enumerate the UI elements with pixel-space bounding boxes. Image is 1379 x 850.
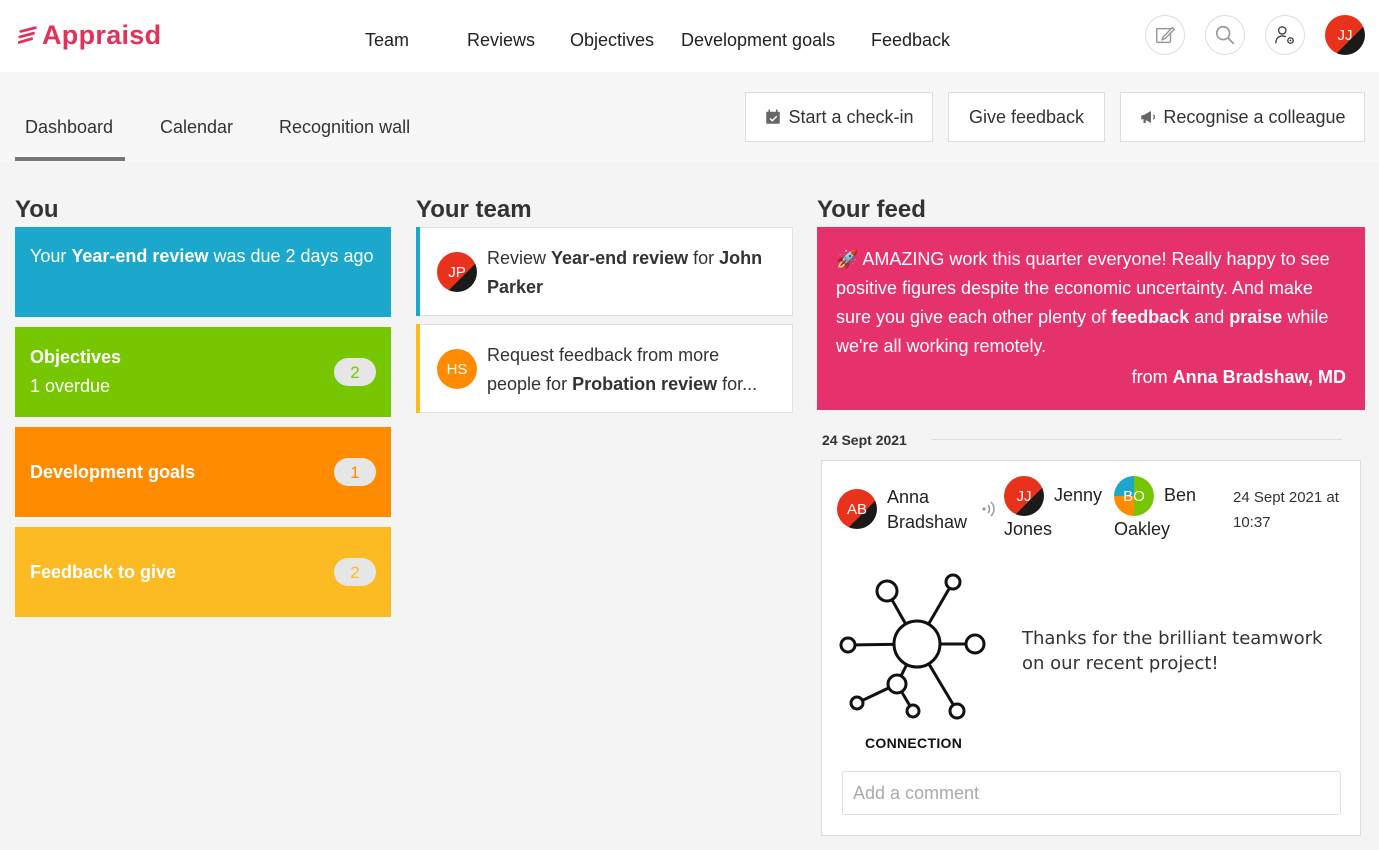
task-text-pre: Review [487,248,552,268]
recipient-first-name[interactable]: Jenny [1054,483,1102,508]
objectives-subtitle: 1 overdue [30,376,111,396]
feedback-to-give-title: Feedback to give [30,562,177,582]
sender-name[interactable]: Anna Bradshaw [887,485,967,535]
top-bar: Appraisd Team Reviews Objectives Develop… [0,0,1379,72]
post-timestamp: 24 Sept 2021 at 10:37 [1233,485,1339,535]
avatar: HS [437,349,477,389]
date-divider [932,439,1342,440]
sub-nav: Dashboard Calendar Recognition wall Star… [0,72,1379,162]
announcement-bold2: praise [1229,307,1283,327]
card-accent-bar [416,227,420,316]
start-checkin-button[interactable]: Start a check-in [745,92,933,142]
team-section-title: Your team [416,196,532,223]
recognise-colleague-button[interactable]: Recognise a colleague [1120,92,1365,142]
sent-to-icon [982,501,995,517]
sender-last-name: Bradshaw [887,512,968,532]
nav-development-goals[interactable]: Development goals [681,30,835,51]
start-checkin-label: Start a check-in [788,106,914,127]
you-section-title: You [15,196,59,223]
review-text-post: was due 2 days ago [208,246,374,266]
feedback-to-give-count-badge: 2 [334,558,376,586]
feed-section-title: Your feed [817,196,926,223]
post-message: Thanks for the brilliant teamwork on our… [1022,628,1323,674]
recipient-avatar[interactable]: BO [1114,476,1154,516]
search-button[interactable] [1205,15,1245,55]
review-text-pre: Your [30,246,72,266]
tab-calendar[interactable]: Calendar [160,117,233,138]
recognition-post-card: AB Anna Bradshaw JJ Jenny Jones BO Ben O… [821,460,1361,836]
avatar: JP [437,252,477,292]
megaphone-icon [1141,111,1156,123]
logo-text: Appraisd [42,20,162,50]
feedback-to-give-card[interactable]: Feedback to give 2 [15,527,391,617]
nav-team[interactable]: Team [365,30,409,51]
appraisd-logo-icon [18,25,37,44]
nav-feedback[interactable]: Feedback [871,30,950,51]
tab-dashboard[interactable]: Dashboard [25,117,113,138]
edit-icon [1156,26,1176,44]
announcement-card: 🚀 AMAZING work this quarter everyone! Re… [817,227,1365,410]
recognise-colleague-label: Recognise a colleague [1163,106,1346,127]
announcement-bold1: feedback [1111,307,1190,327]
task-text-pre: people for [487,374,573,394]
announcement-author: from Anna Bradshaw, MD [1132,363,1346,392]
calendar-check-icon [766,109,781,124]
year-end-review-card[interactable]: Your Year-end review was due 2 days ago [15,227,391,317]
recipient-last-name[interactable]: Oakley [1114,517,1170,542]
user-settings-icon [1275,26,1294,44]
team-task-feedback-card[interactable]: HS Request feedback from more people for… [416,324,793,413]
tab-recognition-wall[interactable]: Recognition wall [279,117,410,138]
timestamp-time: 10:37 [1233,514,1271,531]
from-name: Anna Bradshaw, MD [1172,367,1346,387]
task-text-bold: Year-end review [551,248,689,268]
development-goals-title: Development goals [30,462,196,482]
give-feedback-button[interactable]: Give feedback [948,92,1105,142]
recipient-last-name[interactable]: Jones [1004,517,1052,542]
user-avatar[interactable]: JJ [1325,15,1365,55]
task-text-bold: Probation review [572,374,718,394]
comment-input[interactable] [842,771,1341,815]
announcement-text: 🚀 AMAZING work this quarter everyone! Re… [836,245,1346,361]
task-text-line1: Request feedback from more [487,345,720,365]
give-feedback-label: Give feedback [968,106,1085,127]
task-text-post: for... [717,374,758,394]
sender-first-name: Anna [887,487,930,507]
objectives-count-badge: 2 [334,358,376,386]
search-icon [1215,25,1235,45]
recipient-first-name[interactable]: Ben [1164,483,1196,508]
user-settings-button[interactable] [1265,15,1305,55]
development-goals-count-badge: 1 [334,458,376,486]
objectives-title: Objectives [30,347,122,367]
app-logo[interactable]: Appraisd [18,20,161,51]
from-label: from [1131,367,1173,387]
development-goals-card[interactable]: Development goals 1 [15,427,391,517]
objectives-card[interactable]: Objectives 1 overdue 2 [15,327,391,417]
timestamp-date: 24 Sept 2021 at [1233,489,1339,506]
task-text-line2: people for Probation review for... [487,370,772,399]
connection-badge-icon [839,573,986,720]
nav-objectives[interactable]: Objectives [570,30,654,51]
announcement-mid: and [1189,307,1230,327]
recipient-avatar[interactable]: JJ [1004,476,1044,516]
card-accent-bar [416,324,420,413]
badge-label: CONNECTION [865,735,963,751]
task-text-mid: for [688,248,720,268]
sender-avatar[interactable]: AB [837,489,877,529]
review-text-bold: Year-end review [71,246,209,266]
edit-button[interactable] [1145,15,1185,55]
active-tab-indicator [15,157,125,161]
nav-reviews[interactable]: Reviews [467,30,535,51]
rocket-icon: 🚀 [836,249,859,269]
feed-date-separator: 24 Sept 2021 [822,432,907,448]
team-task-review-card[interactable]: JP Review Year-end review for John Parke… [416,227,793,316]
